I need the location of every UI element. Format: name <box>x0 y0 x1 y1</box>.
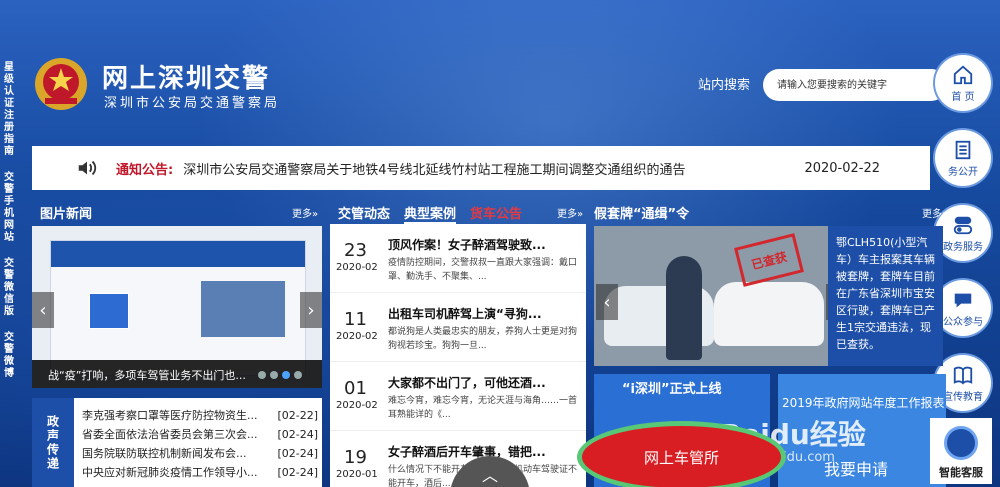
photo-news-more-link[interactable]: 更多» <box>292 205 318 220</box>
right-nav-label: 公众参与 <box>943 316 983 328</box>
right-nav-home[interactable]: 首 页 <box>935 55 991 111</box>
news-tabs: 交管动态 典型案例 货车公告 <box>338 203 522 224</box>
carousel-dot-active[interactable] <box>282 371 290 379</box>
chevron-up-icon: ︿ <box>481 466 498 485</box>
left-nav: 星级认证注册指南 交警手机网站 交警微信版 交警微博 <box>0 62 22 394</box>
photo-news-carousel[interactable]: ‹ › 战“疫”打响，多项车驾管业务不出门也... <box>32 226 322 388</box>
notice-date: 2020-02-22 <box>804 160 880 176</box>
carousel-image-photo <box>201 281 285 337</box>
right-nav-label: 政务服务 <box>943 241 983 253</box>
list-item[interactable]: 11 2020-02 出租车司机醉驾上演“寻狗... 都说狗是人类最忠实的朋友，养狗… <box>330 293 586 362</box>
carousel-dot[interactable] <box>270 371 278 379</box>
left-nav-item-weibo[interactable]: 交警微博 <box>4 332 16 380</box>
car-shape <box>714 282 824 346</box>
document-icon <box>955 140 971 159</box>
robot-icon <box>944 426 978 460</box>
fake-plate-prev-button[interactable]: ‹ <box>596 284 618 320</box>
gov-news-tab: 政声传递 <box>32 398 74 487</box>
carousel-prev-button[interactable]: ‹ <box>32 292 54 328</box>
speaker-icon <box>78 160 97 176</box>
tab-traffic-news[interactable]: 交管动态 <box>338 203 390 224</box>
news-list: 23 2020-02 顶风作案！女子醉酒驾驶致... 疫情防控期间，交警叔叔一直跟大… <box>330 224 586 487</box>
list-item[interactable]: 23 2020-02 顶风作案！女子醉酒驾驶致... 疫情防控期间，交警叔叔一直跟大… <box>330 224 586 293</box>
list-item[interactable]: 李克强考察口罩等医疗防控物资生... [02-22] <box>82 406 318 425</box>
seized-stamp: 已查获 <box>734 233 804 287</box>
carousel-image-banner <box>89 293 129 329</box>
list-item[interactable]: 国务院联防联控机制新闻发布会... [02-24] <box>82 444 318 463</box>
left-nav-item-wechat[interactable]: 交警微信版 <box>4 258 16 318</box>
carousel-dot[interactable] <box>258 371 266 379</box>
toggle-icon <box>953 216 973 234</box>
news-more-link[interactable]: 更多» <box>557 205 583 220</box>
fake-plate-more-link[interactable]: 更多» <box>922 205 948 220</box>
right-nav-label: 务公开 <box>948 166 978 178</box>
list-item[interactable]: 省委全面依法治省委员会第三次会... [02-24] <box>82 425 318 444</box>
left-nav-item-mobile[interactable]: 交警手机网站 <box>4 172 16 244</box>
notice-label: 通知公告: <box>116 162 174 178</box>
search-input[interactable] <box>763 69 947 101</box>
carousel-image-header <box>51 241 305 267</box>
book-icon <box>953 366 973 385</box>
list-item[interactable]: 01 2020-02 大家都不出门了，可他还酒... 难忘今宵，难忘今宵，无论天涯与… <box>330 362 586 431</box>
site-title: 网上深圳交警 <box>102 64 271 94</box>
search-label: 站内搜索 <box>698 78 751 93</box>
right-nav-public-participation[interactable]: 公众参与 <box>935 280 991 336</box>
fake-plate-text[interactable]: 鄂CLH510(小型汽车）车主报案其车辆被套牌，套牌车目前在广东省深圳市宝安区行… <box>828 226 943 366</box>
carousel-image <box>50 240 306 376</box>
police-emblem-icon <box>35 58 87 110</box>
fake-plate-photo[interactable]: 已查获 <box>594 226 828 366</box>
notice-bar: 通知公告: 深圳市公安局交通警察局关于地铁4号线北延线竹村站工程施工期间调整交通… <box>32 146 930 190</box>
smart-service-button[interactable]: 智能客服 <box>930 418 992 484</box>
carousel-dots <box>258 371 302 379</box>
right-nav-label: 首 页 <box>951 91 975 103</box>
right-nav-label: 宣传教育 <box>943 391 983 403</box>
list-item[interactable]: 中央应对新冠肺炎疫情工作领导小... [02-24] <box>82 463 318 482</box>
photo-news-title: 图片新闻 <box>40 207 93 222</box>
left-nav-item-guide[interactable]: 星级认证注册指南 <box>4 62 16 158</box>
tab-typical-cases[interactable]: 典型案例 <box>404 203 457 224</box>
carousel-next-button[interactable]: › <box>300 292 322 328</box>
notice-link[interactable]: 深圳市公安局交通警察局关于地铁4号线北延线竹村站工程施工期间调整交通组织的通告 <box>183 159 804 178</box>
right-nav-gov-affairs-open[interactable]: 务公开 <box>935 130 991 186</box>
chat-icon <box>954 293 972 307</box>
person-shape <box>666 256 702 360</box>
gov-news-panel: 政声传递 李克强考察口罩等医疗防控物资生... [02-22] 省委全面依法治省委… <box>32 398 322 487</box>
site-subtitle: 深圳市公安局交通警察局 <box>104 96 281 111</box>
home-icon <box>953 65 973 84</box>
apply-button[interactable]: 我要申请 <box>824 456 888 480</box>
smart-service-label: 智能客服 <box>939 466 983 479</box>
fake-plate-title: 假套牌“通缉”令 <box>594 207 690 222</box>
online-car-office-button[interactable]: 网上车管所 <box>577 421 786 487</box>
tab-truck-notice[interactable]: 货车公告 <box>470 203 522 224</box>
carousel-dot[interactable] <box>294 371 302 379</box>
